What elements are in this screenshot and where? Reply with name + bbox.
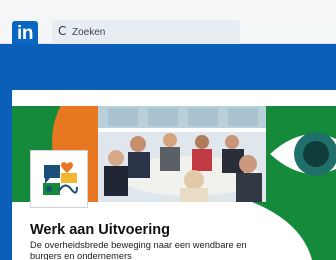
page-title: Werk aan Uitvoering [30, 222, 170, 238]
description-line-2: burgers en ondernemers [30, 251, 132, 260]
search-icon: 𝖢 [58, 24, 67, 38]
header-band [0, 44, 336, 90]
search-box[interactable]: 𝖢 [52, 20, 240, 44]
eye-illustration [270, 132, 336, 176]
page-logo[interactable] [30, 150, 88, 208]
page-card: Werk aan Uitvoering De overheidsbrede be… [12, 90, 336, 260]
org-logo-icon [43, 162, 78, 195]
search-input[interactable] [72, 24, 232, 40]
page-description: De overheidsbrede beweging naar een wend… [30, 240, 280, 260]
description-line-1: De overheidsbrede beweging naar een wend… [30, 240, 247, 250]
meeting-photo [98, 106, 266, 202]
top-bar: in 𝖢 [0, 0, 336, 47]
